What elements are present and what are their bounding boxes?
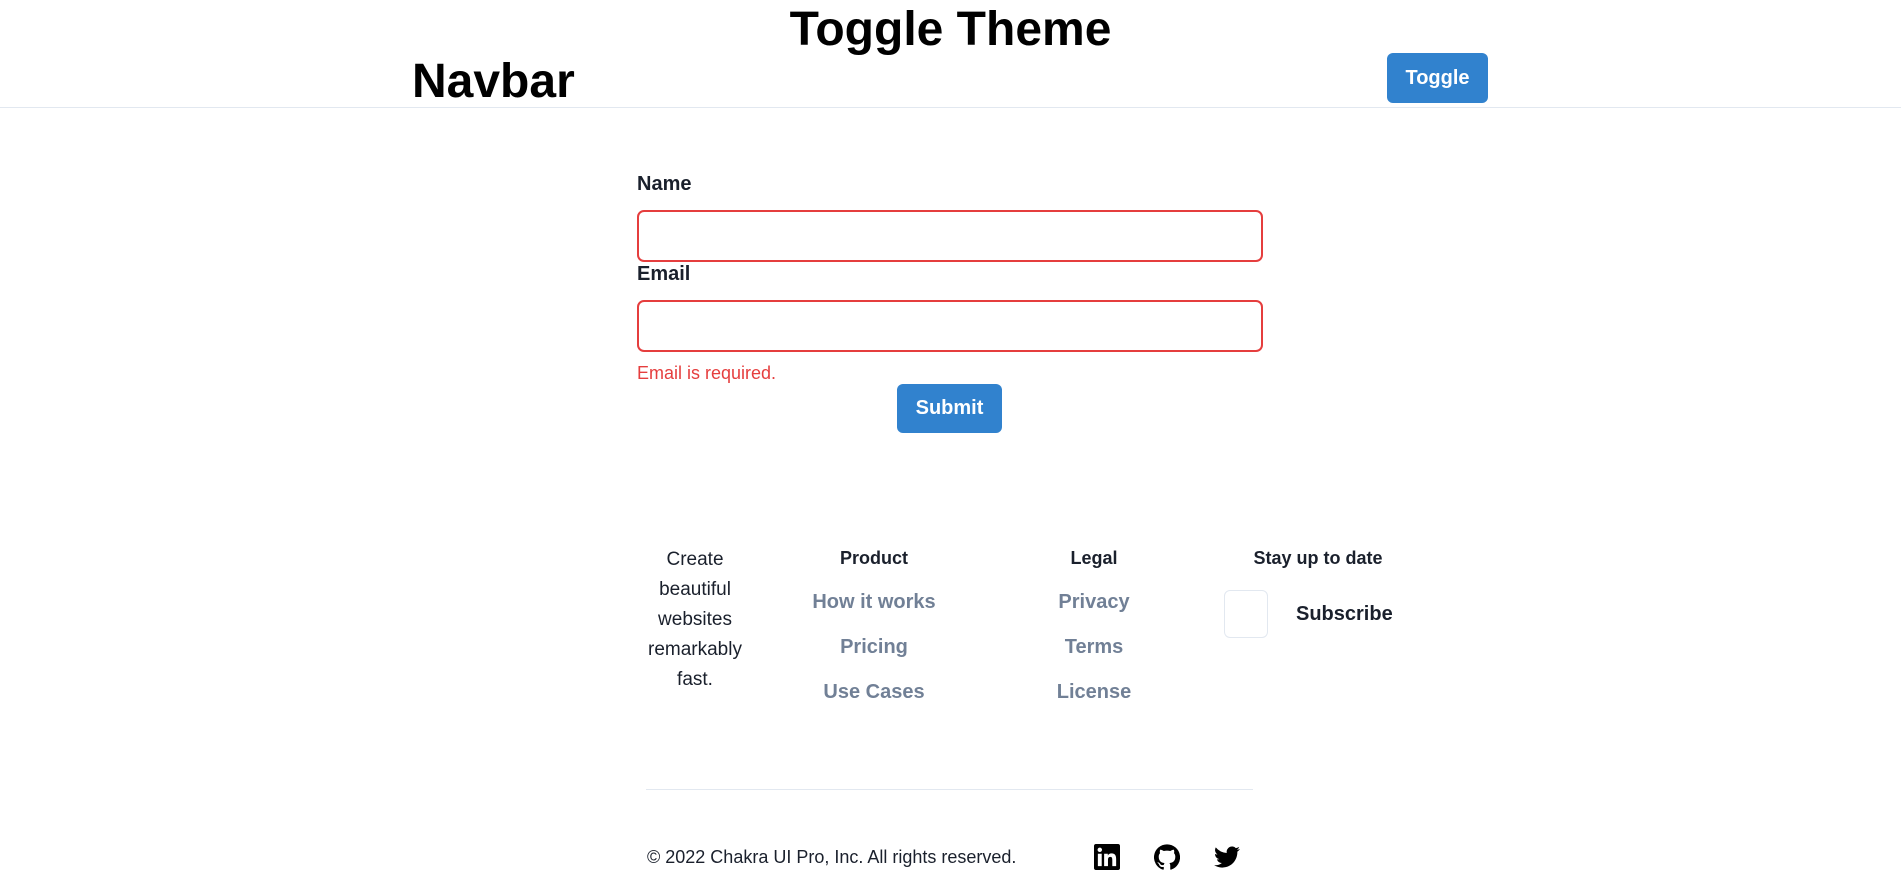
footer-column-title: Legal bbox=[1070, 548, 1118, 568]
footer-link-how-it-works[interactable]: How it works bbox=[774, 589, 974, 615]
email-input[interactable] bbox=[637, 300, 1263, 352]
footer-divider bbox=[646, 789, 1253, 790]
page: Toggle Theme Navbar Toggle Name Email Em… bbox=[0, 0, 1901, 891]
github-icon[interactable] bbox=[1152, 842, 1182, 872]
newsletter-title: Stay up to date bbox=[1253, 548, 1383, 568]
footer-tagline: Create beautiful websites remarkably fas… bbox=[648, 549, 742, 690]
copyright-text: © 2022 Chakra UI Pro, Inc. All rights re… bbox=[647, 847, 1017, 867]
footer-link-terms[interactable]: Terms bbox=[994, 634, 1194, 660]
navbar-brand: Navbar bbox=[412, 56, 575, 106]
linkedin-icon[interactable] bbox=[1092, 842, 1122, 872]
footer-column-title: Product bbox=[839, 548, 908, 568]
newsletter-email-input[interactable] bbox=[1224, 590, 1268, 638]
toggle-theme-button[interactable]: Toggle bbox=[1387, 53, 1488, 103]
twitter-icon[interactable] bbox=[1212, 842, 1242, 872]
footer-link-license[interactable]: License bbox=[994, 679, 1194, 705]
footer-link-pricing[interactable]: Pricing bbox=[774, 634, 974, 660]
footer-column-legal: Legal Privacy Terms License bbox=[994, 545, 1194, 724]
navbar: Toggle Theme Navbar Toggle bbox=[0, 0, 1901, 108]
submit-button[interactable]: Submit bbox=[897, 384, 1002, 433]
footer-link-use-cases[interactable]: Use Cases bbox=[774, 679, 974, 705]
footer-link-privacy[interactable]: Privacy bbox=[994, 589, 1194, 615]
page-title: Toggle Theme bbox=[789, 3, 1112, 56]
email-error-message: Email is required. bbox=[637, 363, 777, 383]
name-label: Name bbox=[637, 173, 692, 195]
subscribe-button[interactable]: Subscribe bbox=[1296, 596, 1393, 632]
footer-column-product: Product How it works Pricing Use Cases bbox=[774, 545, 974, 724]
name-input[interactable] bbox=[637, 210, 1263, 262]
email-label: Email bbox=[637, 263, 691, 285]
